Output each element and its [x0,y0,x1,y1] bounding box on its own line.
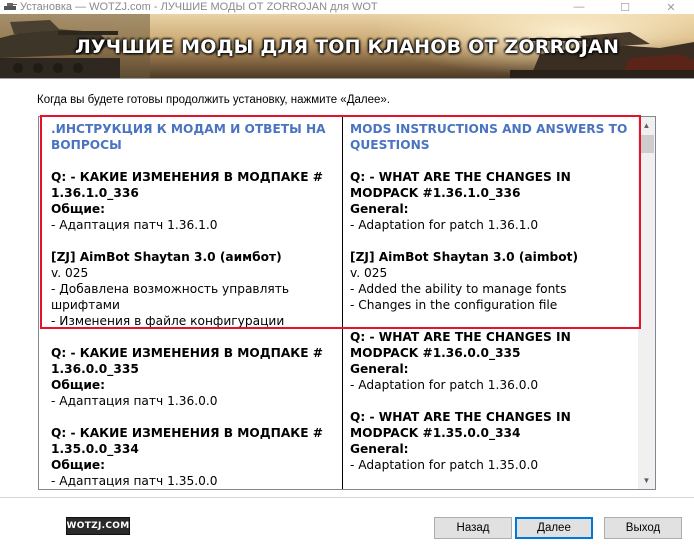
entry-item: - Адаптация патч 1.36.0.0 [51,394,218,408]
minimize-button[interactable]: — [556,0,602,14]
footer-divider [0,497,694,498]
mod-item: - Добавлена возможность управлять шрифта… [51,282,290,312]
changelog-entry: Q: - КАКИЕ ИЗМЕНЕНИЯ В МОДПАКЕ # 1.36.0.… [51,345,341,409]
entry-group: General: [350,442,409,456]
entry-question: Q: - КАКИЕ ИЗМЕНЕНИЯ В МОДПАКЕ # 1.35.0.… [51,426,324,456]
exit-button[interactable]: Выход [604,517,682,539]
changelog-entry: Q: - КАКИЕ ИЗМЕНЕНИЯ В МОДПАКЕ # 1.36.1.… [51,169,341,233]
entry-item: - Adaptation for patch 1.36.0.0 [350,378,539,392]
back-button[interactable]: Назад [434,517,512,539]
mod-title: [ZJ] AimBot Shaytan 3.0 (aimbot) [350,250,579,264]
instruction-text: Когда вы будете готовы продолжить устано… [37,94,390,106]
mod-item: - Изменения в файле конфигурации [51,314,285,328]
entry-item: - Адаптация патч 1.36.1.0 [51,218,218,232]
maximize-button[interactable]: ☐ [602,0,648,14]
title-bar: Установка — WOTZJ.com - ЛУЧШИЕ МОДЫ ОТ Z… [0,0,694,14]
changelog-entry: Q: - WHAT ARE THE CHANGES IN MODPACK #1.… [350,409,640,473]
entry-item: - Адаптация патч 1.35.0.0 [51,474,218,488]
close-button[interactable]: ✕ [648,0,694,14]
window-title: Установка — WOTZJ.com - ЛУЧШИЕ МОДЫ ОТ Z… [20,1,378,13]
scrollbar-thumb[interactable] [639,135,654,153]
scroll-up-arrow-icon[interactable]: ▲ [638,117,655,134]
changelog-entry: Q: - WHAT ARE THE CHANGES IN MODPACK #1.… [350,329,640,393]
header-divider [0,78,694,79]
vertical-scrollbar[interactable]: ▲ ▼ [638,117,655,489]
entry-question: Q: - КАКИЕ ИЗМЕНЕНИЯ В МОДПАКЕ # 1.36.0.… [51,346,324,376]
entry-group: Общие: [51,458,106,472]
entry-question: Q: - КАКИЕ ИЗМЕНЕНИЯ В МОДПАКЕ # 1.36.1.… [51,170,324,200]
entry-group: General: [350,362,409,376]
window-controls: — ☐ ✕ [556,0,694,14]
mod-entry: [ZJ] AimBot Shaytan 3.0 (аимбот) v. 025 … [51,249,341,329]
changelog-entry: Q: - КАКИЕ ИЗМЕНЕНИЯ В МОДПАКЕ # 1.35.0.… [51,425,341,489]
mod-version: v. 025 [51,266,89,280]
entry-question: Q: - WHAT ARE THE CHANGES IN MODPACK #1.… [350,410,571,440]
entry-item: - Adaptation for patch 1.36.1.0 [350,218,539,232]
entry-question: Q: - WHAT ARE THE CHANGES IN MODPACK #1.… [350,170,571,200]
entry-item: - Adaptation for patch 1.35.0.0 [350,458,539,472]
info-text-box[interactable]: .ИНСТРУКЦИЯ К МОДАМ И ОТВЕТЫ НА ВОПРОСЫ … [38,116,656,490]
wotzj-logo: WOTZJ.COM [66,517,130,535]
header-banner: ЛУЧШИЕ МОДЫ ДЛЯ ТОП КЛАНОВ ОТ ZORROJAN [0,14,694,78]
mod-item: - Added the ability to manage fonts [350,282,567,296]
banner-title: ЛУЧШИЕ МОДЫ ДЛЯ ТОП КЛАНОВ ОТ ZORROJAN [74,36,620,58]
changelog-entry: Q: - WHAT ARE THE CHANGES IN MODPACK #1.… [350,169,640,233]
tank-app-icon [4,3,17,10]
scroll-down-arrow-icon[interactable]: ▼ [638,472,655,489]
mod-item: - Changes in the configuration file [350,298,558,312]
column-separator [342,117,343,489]
entry-group: Общие: [51,378,106,392]
entry-group: General: [350,202,409,216]
next-button[interactable]: Далее [515,517,593,539]
mod-title: [ZJ] AimBot Shaytan 3.0 (аимбот) [51,250,282,264]
mod-version: v. 025 [350,266,388,280]
entry-group: Общие: [51,202,106,216]
column-heading-ru: .ИНСТРУКЦИЯ К МОДАМ И ОТВЕТЫ НА ВОПРОСЫ [51,122,326,152]
column-heading-en: MODS INSTRUCTIONS AND ANSWERS TO QUESTIO… [350,122,628,152]
entry-question: Q: - WHAT ARE THE CHANGES IN MODPACK #1.… [350,330,571,360]
mod-entry: [ZJ] AimBot Shaytan 3.0 (aimbot) v. 025 … [350,249,640,313]
